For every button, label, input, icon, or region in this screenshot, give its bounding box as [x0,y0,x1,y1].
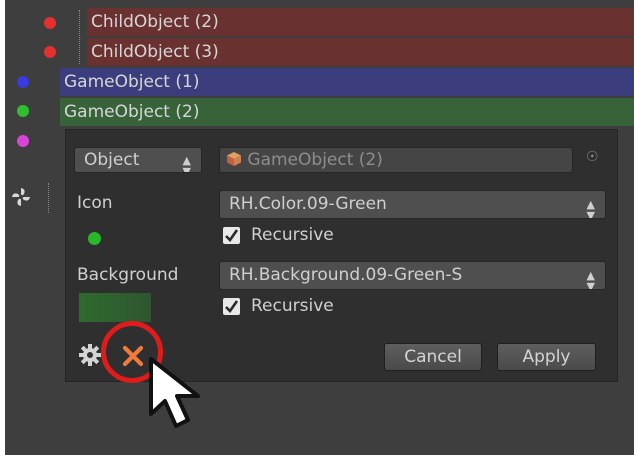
select-arrows-icon: ▲ ▼ [586,198,595,219]
type-select-value: Object [84,150,140,170]
hierarchy-row-gameobject-1[interactable]: GameObject (1) [60,68,634,96]
object-picker-icon[interactable]: ☉ [586,149,599,165]
row-label: GameObject (1) [64,72,200,92]
background-label: Background [77,265,179,285]
background-recursive-checkbox[interactable] [223,298,240,315]
icon-select-value: RH.Color.09-Green [229,194,387,214]
type-select[interactable]: Object ▲ ▼ [74,147,202,173]
check-icon [225,229,239,243]
background-select-value: RH.Background.09-Green-S [229,265,463,285]
background-select[interactable]: RH.Background.09-Green-S ▲ ▼ [219,261,606,290]
cancel-button[interactable]: Cancel [384,343,482,371]
select-arrows-icon: ▲ ▼ [586,269,595,290]
row-label: GameObject (2) [64,102,200,122]
row-dot-gameobject-2 [17,105,29,117]
icon-preview-dot [88,232,101,245]
tree-guide-line [79,10,80,64]
row-dot-childobject-3 [44,46,56,58]
check-icon [225,300,239,314]
background-preview-swatch [79,293,151,322]
select-arrows-icon: ▲ ▼ [182,154,191,173]
icon-select[interactable]: RH.Color.09-Green ▲ ▼ [219,190,606,219]
cursor-icon [149,357,200,428]
object-field[interactable]: GameObject (2) [219,147,573,173]
object-field-value: GameObject (2) [247,150,383,170]
gear-icon[interactable] [78,343,102,367]
hierarchy-row-gameobject-2[interactable]: GameObject (2) [60,98,634,126]
row-dot-childobject-2 [44,17,56,29]
row-label: ChildObject (3) [91,42,219,62]
icon-label: Icon [77,193,113,213]
apply-button[interactable]: Apply [497,343,596,371]
hierarchy-row-childobject-2[interactable]: ChildObject (2) [87,8,634,36]
icon-recursive-checkbox[interactable] [223,227,240,244]
fan-icon [12,188,30,206]
icon-recursive-label: Recursive [251,225,334,245]
hierarchy-row-childobject-3[interactable]: ChildObject (3) [87,38,634,66]
background-recursive-label: Recursive [251,296,334,316]
cube-icon [227,152,241,166]
tree-guide-line-lower [48,183,49,213]
row-label: ChildObject (2) [91,12,219,32]
row-dot-extra [17,135,29,147]
row-dot-gameobject-1 [17,76,29,88]
